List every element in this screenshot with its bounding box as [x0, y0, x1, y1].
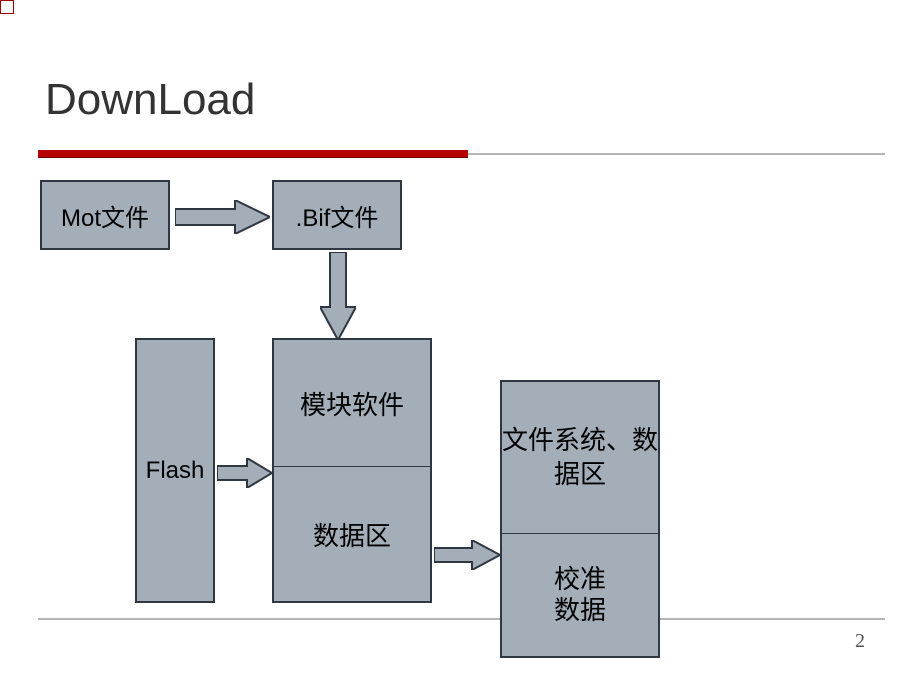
- box-mot: Mot文件: [40, 180, 170, 250]
- box-calibration-data: 校准 数据: [500, 533, 660, 658]
- bottom-rule: [38, 618, 885, 620]
- box-file-system-data: 文件系统、数据区: [500, 380, 660, 535]
- arrow-bif-to-module: [320, 252, 356, 340]
- title-rule-red: [38, 150, 468, 157]
- box-flash: Flash: [135, 338, 215, 603]
- box-bif: .Bif文件: [272, 180, 402, 250]
- title-rule-grey: [468, 153, 885, 155]
- box-module-software: 模块软件: [272, 338, 432, 468]
- box-data-area: 数据区: [272, 466, 432, 603]
- arrow-mot-to-bif: [175, 200, 270, 234]
- slide-corner-handle: [0, 0, 14, 14]
- page-title: DownLoad: [45, 75, 255, 125]
- arrow-data-to-calib: [434, 540, 500, 570]
- arrow-flash-to-stack: [217, 458, 272, 488]
- page-number: 2: [855, 630, 865, 653]
